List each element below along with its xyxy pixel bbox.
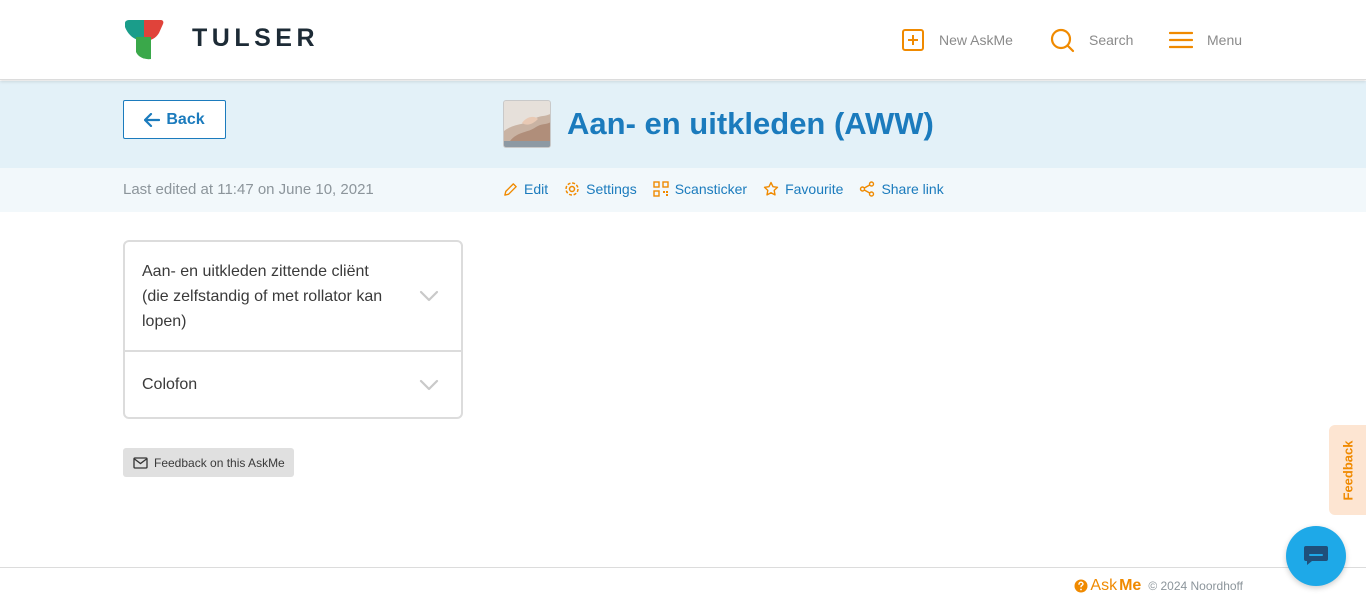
brand-name: TULSER [192, 24, 319, 52]
question-bubble-icon [1074, 579, 1088, 593]
search-icon [1050, 28, 1075, 52]
arrow-left-icon [144, 112, 161, 127]
accordion-item-label: Aan- en uitkleden zittende cliënt (die z… [142, 262, 383, 330]
favourite-label: Favourite [785, 181, 844, 197]
back-button[interactable]: Back [123, 100, 226, 139]
title-band: Back Aan- en uitkleden (AWW) [0, 81, 1366, 168]
copyright-text: © 2024 Noordhoff [1148, 579, 1243, 593]
menu-label: Menu [1207, 32, 1243, 48]
star-icon [763, 181, 779, 196]
feedback-on-askme-label: Feedback on this AskMe [154, 455, 285, 470]
top-header: TULSER New AskMe Search Menu [0, 0, 1366, 80]
chevron-down-icon [419, 379, 439, 390]
back-label: Back [166, 110, 205, 128]
settings-label: Settings [586, 181, 637, 197]
content-accordion: Aan- en uitkleden zittende cliënt (die z… [123, 240, 463, 419]
feedback-on-askme-button[interactable]: Feedback on this AskMe [123, 448, 294, 477]
share-link[interactable]: Share link [859, 181, 944, 197]
feedback-tab-label: Feedback [1340, 440, 1356, 500]
menu-button[interactable]: Menu [1169, 27, 1242, 53]
search-label: Search [1089, 32, 1134, 48]
edit-label: Edit [524, 181, 549, 197]
askme-thumbnail [503, 100, 551, 148]
footer-divider [0, 567, 1366, 568]
mail-icon [133, 456, 148, 469]
tulser-logo[interactable] [123, 19, 165, 61]
accordion-item[interactable]: Colofon [125, 350, 461, 417]
search-button[interactable]: Search [1050, 27, 1133, 53]
accordion-item-label: Colofon [142, 376, 198, 393]
askme-brand-prefix: Ask [1090, 577, 1118, 594]
action-bar: Last edited at 11:47 on June 10, 2021 Ed… [0, 168, 1366, 212]
pencil-icon [504, 182, 517, 196]
scansticker-link[interactable]: Scansticker [653, 181, 747, 197]
last-edited-text: Last edited at 11:47 on June 10, 2021 [123, 181, 374, 198]
favourite-link[interactable]: Favourite [763, 181, 843, 197]
feedback-side-tab[interactable]: Feedback [1329, 425, 1366, 515]
askme-brand-suffix: Me [1119, 577, 1142, 594]
hamburger-menu-icon [1169, 31, 1193, 49]
chat-launcher-button[interactable] [1286, 526, 1346, 586]
settings-link[interactable]: Settings [564, 181, 637, 197]
accordion-item[interactable]: Aan- en uitkleden zittende cliënt (die z… [125, 242, 461, 350]
askme-logo[interactable]: Ask Me [1074, 577, 1141, 595]
chevron-down-icon [419, 290, 439, 302]
edit-link[interactable]: Edit [503, 181, 548, 197]
new-askme-button[interactable]: New AskMe [901, 27, 1013, 53]
chat-bubble-icon [1304, 546, 1328, 565]
qr-code-icon [653, 181, 669, 197]
action-links: Edit Settings Scansticker Favourite Shar… [503, 181, 944, 197]
footer: Ask Me © 2024 Noordhoff [1074, 577, 1243, 595]
new-askme-label: New AskMe [939, 32, 1013, 48]
share-icon [860, 181, 875, 197]
share-link-label: Share link [881, 181, 944, 197]
page-title: Aan- en uitkleden (AWW) [567, 106, 934, 141]
gear-icon [565, 182, 579, 196]
plus-square-icon [902, 29, 924, 51]
hands-photo-image [504, 101, 550, 147]
scansticker-label: Scansticker [674, 181, 748, 197]
